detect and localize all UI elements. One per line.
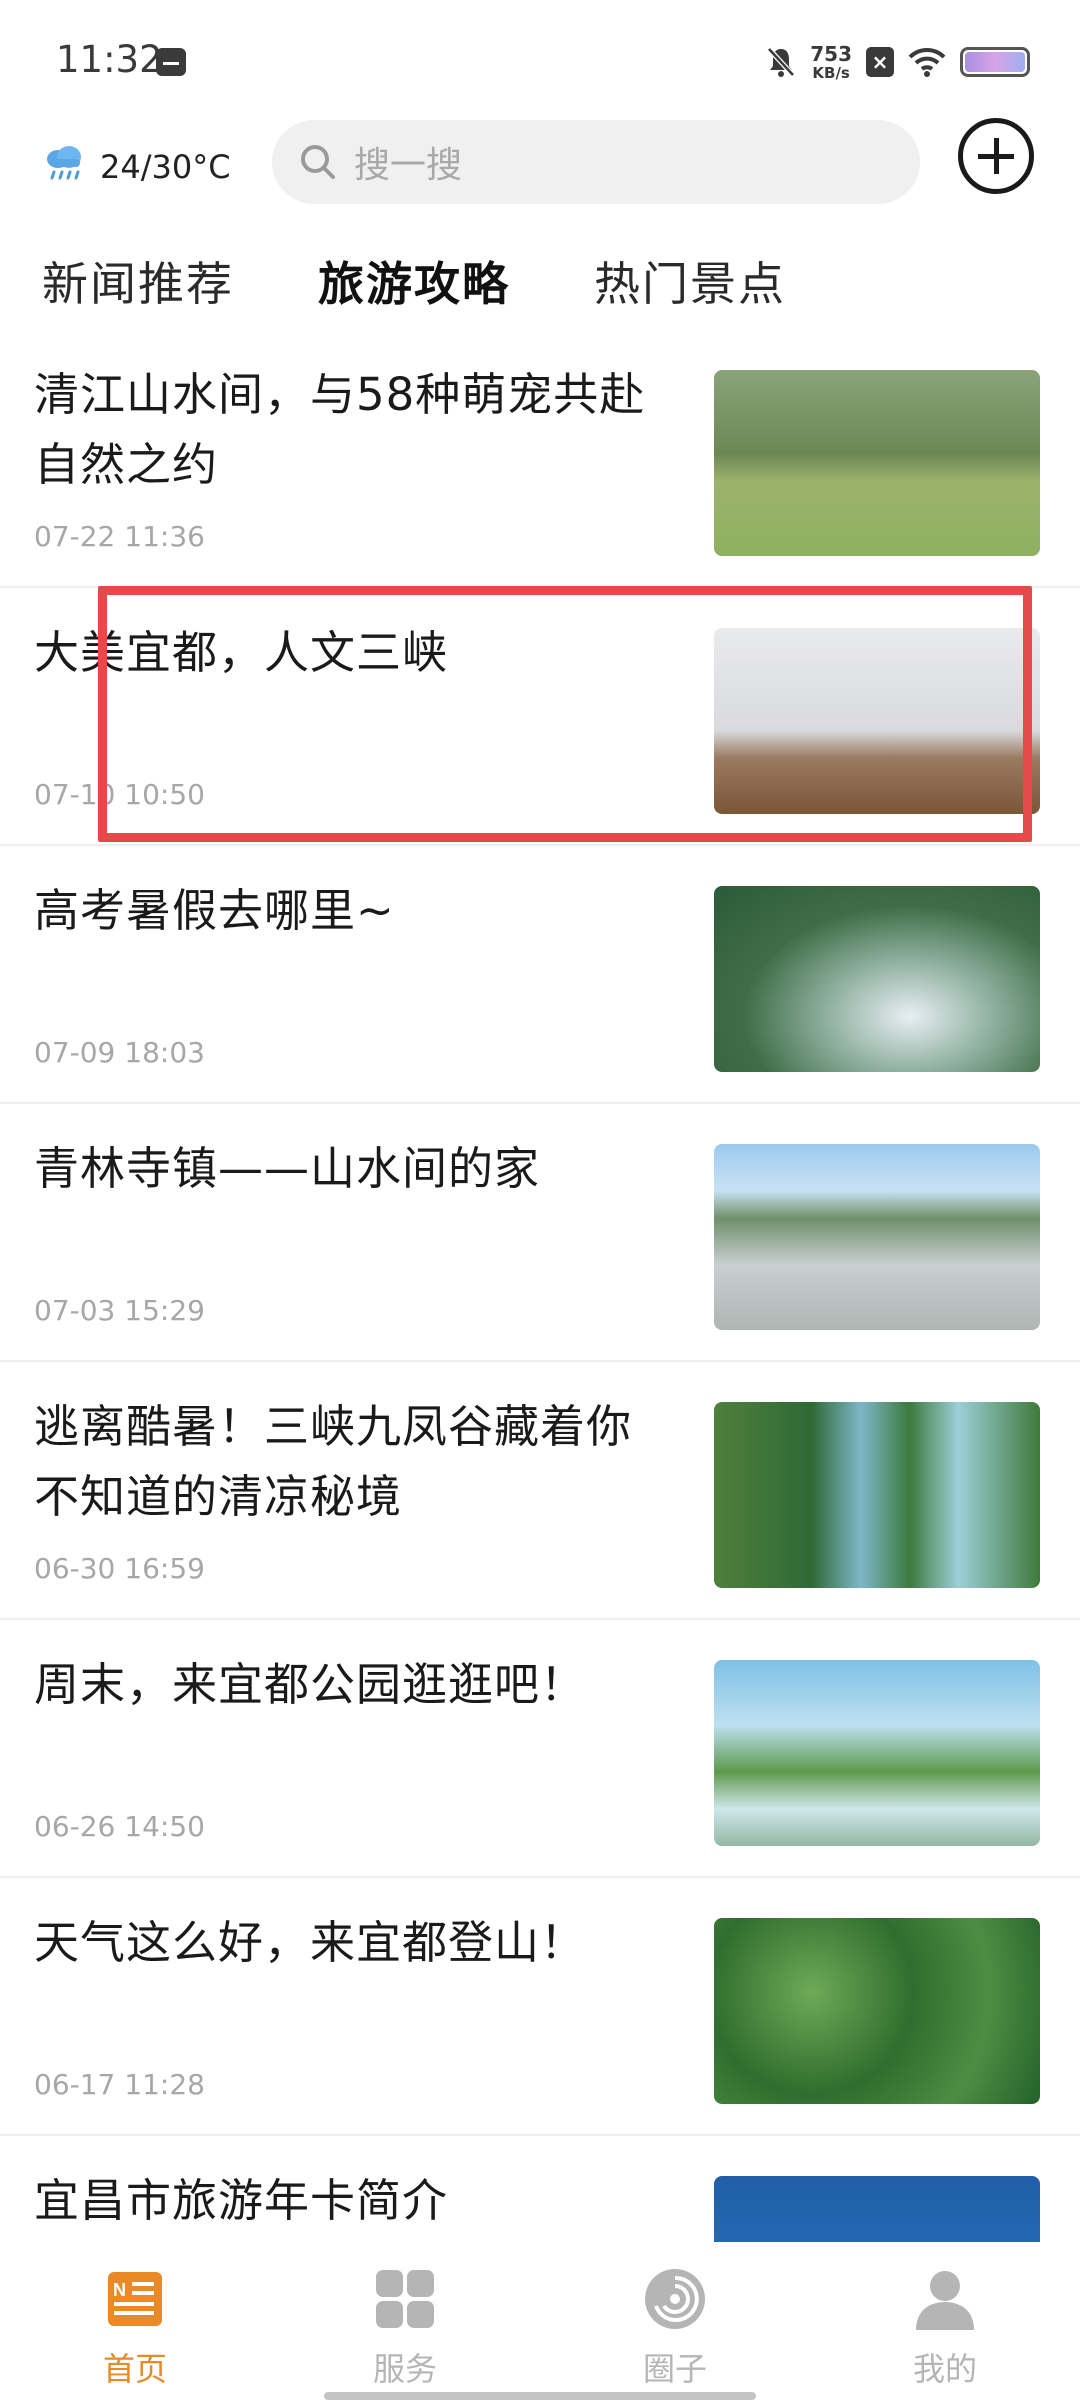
news-icon: N — [108, 2272, 162, 2326]
nav-services[interactable]: 服务 — [330, 2266, 480, 2390]
news-item[interactable]: 天气这么好，来宜都登山！ 06-17 11:28 — [0, 1878, 1080, 2136]
tab-news-recommend[interactable]: 新闻推荐 — [42, 248, 234, 314]
news-date: 07-09 18:03 — [34, 1036, 205, 1069]
add-button[interactable] — [958, 118, 1034, 194]
tab-hot-spots[interactable]: 热门景点 — [594, 248, 786, 314]
news-thumbnail — [714, 370, 1040, 556]
news-title: 周末，来宜都公园逛逛吧！ — [34, 1658, 587, 1711]
network-speed-value: 753 — [810, 41, 852, 66]
search-icon — [301, 145, 335, 179]
wifi-icon — [908, 47, 946, 77]
category-tabs: 新闻推荐 旅游攻略 热门景点 — [0, 240, 1080, 320]
message-icon — [156, 48, 186, 76]
home-indicator[interactable] — [324, 2392, 756, 2400]
grid-icon — [376, 2270, 434, 2328]
news-date: 06-26 14:50 — [34, 1810, 205, 1843]
news-date: 06-30 16:59 — [34, 1552, 205, 1585]
news-title: 青林寺镇——山水间的家 — [34, 1142, 541, 1195]
no-sim-icon: × — [866, 47, 894, 77]
status-time: 11:32 — [56, 38, 163, 81]
news-date: 07-22 11:36 — [34, 520, 205, 553]
network-speed: 753 KB/s — [810, 44, 852, 81]
nav-label: 服务 — [372, 2350, 437, 2388]
news-item[interactable]: 周末，来宜都公园逛逛吧！ 06-26 14:50 — [0, 1620, 1080, 1878]
bottom-nav: N 首页 服务 圈子 我的 — [0, 2242, 1080, 2408]
svg-text:N: N — [113, 2280, 126, 2300]
news-list: 清江山水间，与58种萌宠共赴自然之约 07-22 11:36 大美宜都，人文三峡… — [0, 330, 1080, 2394]
news-thumbnail — [714, 1918, 1040, 2104]
battery-icon — [960, 47, 1030, 77]
rain-cloud-icon — [47, 146, 81, 180]
search-placeholder: 搜一搜 — [354, 145, 463, 186]
nav-label: 圈子 — [642, 2350, 707, 2388]
nav-circle[interactable]: 圈子 — [600, 2266, 750, 2390]
news-thumbnail — [714, 1144, 1040, 1330]
news-thumbnail — [714, 1660, 1040, 1846]
news-item[interactable]: 逃离酷暑！三峡九凤谷藏着你不知道的清凉秘境 06-30 16:59 — [0, 1362, 1080, 1620]
nav-home[interactable]: N 首页 — [60, 2266, 210, 2390]
news-item[interactable]: 高考暑假去哪里~ 07-09 18:03 — [0, 846, 1080, 1104]
nav-mine[interactable]: 我的 — [870, 2266, 1020, 2390]
bell-off-icon — [767, 47, 796, 77]
temperature-text: 24/30°C — [100, 148, 231, 186]
search-input[interactable]: 搜一搜 — [272, 120, 920, 204]
swirl-icon — [645, 2269, 705, 2329]
network-speed-unit: KB/s — [812, 63, 850, 82]
news-item[interactable]: 青林寺镇——山水间的家 07-03 15:29 — [0, 1104, 1080, 1362]
news-thumbnail — [714, 886, 1040, 1072]
news-title: 高考暑假去哪里~ — [34, 884, 395, 937]
news-item[interactable]: 大美宜都，人文三峡 07-10 10:50 — [0, 588, 1080, 846]
news-title: 天气这么好，来宜都登山！ — [34, 1916, 587, 1969]
nav-label: 我的 — [912, 2350, 977, 2388]
news-date: 07-03 15:29 — [34, 1294, 205, 1327]
news-title: 大美宜都，人文三峡 — [34, 626, 449, 679]
weather-widget[interactable]: 24/30°C — [42, 140, 231, 186]
news-date: 06-17 11:28 — [34, 2068, 205, 2101]
news-thumbnail — [714, 628, 1040, 814]
news-thumbnail — [714, 1402, 1040, 1588]
news-title: 宜昌市旅游年卡简介 — [34, 2174, 449, 2227]
status-icons: 753 KB/s × — [766, 40, 1030, 84]
news-title: 逃离酷暑！三峡九凤谷藏着你不知道的清凉秘境 — [34, 1400, 633, 1523]
news-item[interactable]: 清江山水间，与58种萌宠共赴自然之约 07-22 11:36 — [0, 330, 1080, 588]
news-date: 07-10 10:50 — [34, 778, 205, 811]
person-icon — [916, 2271, 974, 2330]
status-bar: 11:32 753 KB/s × — [0, 0, 1080, 120]
tab-travel-guide[interactable]: 旅游攻略 — [318, 248, 510, 314]
nav-label: 首页 — [102, 2350, 167, 2388]
news-title: 清江山水间，与58种萌宠共赴自然之约 — [34, 368, 646, 491]
